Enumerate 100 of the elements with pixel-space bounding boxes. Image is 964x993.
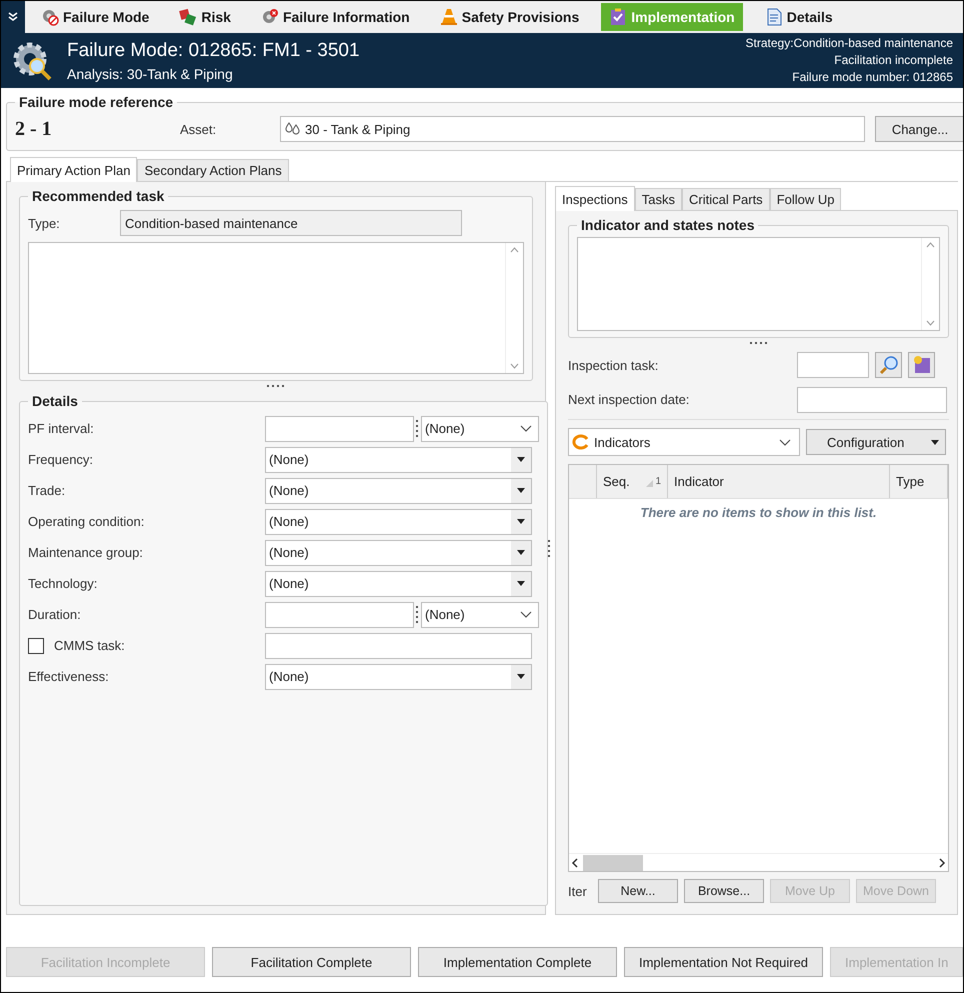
dropdown-field[interactable]: (None) <box>265 446 532 472</box>
group-title: Indicator and states notes <box>580 217 756 233</box>
nav-tab[interactable]: Failure Mode <box>33 3 158 31</box>
group-title: Failure mode reference <box>18 94 174 110</box>
status-button[interactable]: Implementation Not Required <box>624 947 823 977</box>
status-button[interactable]: Implementation Complete <box>418 947 617 977</box>
document-icon <box>764 8 783 26</box>
caret-icon <box>517 519 525 524</box>
splitter-grip-icon[interactable] <box>416 606 419 624</box>
splitter-grip-icon[interactable] <box>548 540 551 558</box>
field-label: CMMS task: <box>54 638 125 653</box>
sort-order: 1 <box>655 476 661 487</box>
clipboard-check-icon <box>609 8 628 26</box>
refresh-icon <box>572 434 590 450</box>
plan-tab[interactable]: Primary Action Plan <box>10 157 138 182</box>
new-task-button[interactable] <box>908 352 935 378</box>
field-label: PF interval: <box>28 421 95 436</box>
type-field: Condition-based maintenance <box>120 210 462 236</box>
column-header[interactable]: Type <box>890 465 948 498</box>
chevron-icon <box>520 425 532 432</box>
plan-tab[interactable]: Secondary Action Plans <box>137 159 289 181</box>
nav-tab[interactable]: Safety Provisions <box>432 3 588 31</box>
caret-icon <box>517 581 525 586</box>
dropdown-field[interactable]: (None) <box>265 664 532 690</box>
detail-tab[interactable]: Tasks <box>634 188 682 210</box>
scroll-up-icon[interactable] <box>926 242 935 248</box>
caret-icon <box>517 674 525 679</box>
header-info-text: Strategy:Condition-based maintenance <box>746 35 953 52</box>
dropdown-field[interactable]: (None) <box>265 478 532 504</box>
scroll-down-icon[interactable] <box>926 320 935 326</box>
traffic-cone-icon <box>440 8 458 26</box>
field-label: Effectiveness: <box>28 669 110 684</box>
splitter-grip-icon[interactable] <box>267 385 285 388</box>
change-button[interactable]: Change... <box>875 116 963 142</box>
caret-icon <box>517 550 525 555</box>
header-title: Failure Mode: 012865: FM1 - 3501 <box>67 40 361 62</box>
group-title: Details <box>31 393 79 409</box>
detail-tab[interactable]: Inspections <box>555 186 635 211</box>
detail-tab[interactable]: Follow Up <box>770 188 842 210</box>
caret-icon <box>517 457 525 462</box>
scroll-up-icon[interactable] <box>510 247 519 253</box>
dropdown-field[interactable]: (None) <box>265 540 532 566</box>
splitter-grip-icon[interactable] <box>416 420 419 438</box>
dropdown-field[interactable]: (None) <box>265 508 532 534</box>
nav-tab[interactable]: Details <box>756 3 841 31</box>
unit-dropdown[interactable]: (None) <box>421 602 539 628</box>
caret-icon <box>931 440 939 444</box>
search-button[interactable] <box>875 352 902 378</box>
header-info-text: Failure mode number: 012865 <box>792 69 953 86</box>
gear-error-icon <box>260 8 279 26</box>
horizontal-scrollbar[interactable] <box>569 853 948 871</box>
status-button[interactable]: Facilitation Complete <box>212 947 411 977</box>
group-title: Recommended task <box>31 188 166 204</box>
asset-field[interactable]: 30 - Tank & Piping <box>280 116 865 142</box>
field-label: Duration: <box>28 607 82 622</box>
date-field[interactable] <box>797 386 947 412</box>
field-label: Frequency: <box>28 452 94 467</box>
configuration-button[interactable]: Configuration <box>806 429 946 455</box>
inspection-task-field[interactable] <box>797 352 869 378</box>
unit-dropdown[interactable]: (None) <box>421 416 539 442</box>
list-action-button[interactable]: Browse... <box>684 879 764 903</box>
header-info-text: Facilitation incomplete <box>834 52 953 69</box>
field-label: Trade: <box>28 483 66 498</box>
text-field[interactable] <box>265 632 532 658</box>
field-label: Maintenance group: <box>28 545 144 560</box>
dropdown-field[interactable]: (None) <box>265 570 532 596</box>
reference-number: 2 - 1 <box>15 118 53 140</box>
number-field[interactable] <box>265 602 414 628</box>
dice-icon <box>179 8 198 26</box>
detail-tab[interactable]: Critical Parts <box>682 188 770 210</box>
field-label: Asset: <box>180 122 218 136</box>
double-chevron-icon <box>8 12 18 22</box>
splitter-grip-icon[interactable] <box>750 342 768 345</box>
dropdown-value: Indicators <box>594 434 650 450</box>
nav-tab[interactable]: Failure Information <box>252 3 418 31</box>
drops-icon <box>285 122 301 136</box>
scroll-down-icon[interactable] <box>510 363 519 369</box>
field-label: Next inspection date: <box>568 392 690 407</box>
items-label: Iter <box>568 884 588 898</box>
field-label: Operating condition: <box>28 514 146 529</box>
scrollbar-thumb[interactable] <box>583 854 643 870</box>
column-header[interactable]: Indicator <box>668 465 890 498</box>
gear-icon <box>41 8 59 26</box>
notes-text-area[interactable] <box>577 237 940 331</box>
empty-message: There are no items to show in this list. <box>640 505 877 520</box>
chevron-icon <box>520 611 532 618</box>
collapse-button[interactable] <box>1 1 25 33</box>
column-header[interactable]: Seq. 1 <box>597 465 668 498</box>
header-subtitle: Analysis: 30-Tank & Piping <box>67 66 234 82</box>
field-label: Technology: <box>28 576 98 591</box>
caret-icon <box>517 488 525 493</box>
indicators-dropdown[interactable]: Indicators <box>568 428 800 456</box>
checkbox[interactable] <box>28 638 44 654</box>
field-label: Type: <box>28 216 61 230</box>
number-field[interactable] <box>265 416 414 442</box>
list-action-button[interactable]: New... <box>598 879 678 903</box>
chevron-icon <box>779 438 791 446</box>
nav-tab[interactable]: Risk <box>171 3 239 31</box>
gear-magnifier-icon <box>11 40 53 82</box>
sort-arrow-icon <box>646 480 654 487</box>
